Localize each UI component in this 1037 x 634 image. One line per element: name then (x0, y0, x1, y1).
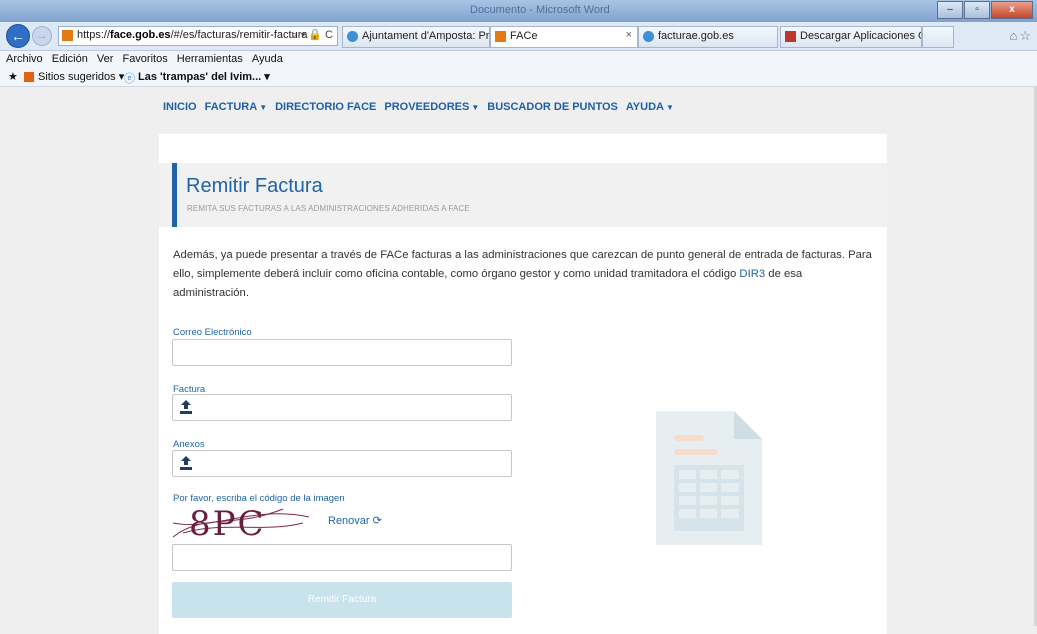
favorite-page-link[interactable]: Las 'trampas' del Ivim... ▾ (138, 70, 270, 83)
email-label: Correo Electrónico (173, 327, 252, 338)
renew-captcha-button[interactable]: Renovar ⟳ (328, 514, 382, 527)
browser-toolbar: ← → https://face.gob.es/#/es/facturas/re… (0, 22, 1037, 51)
tab-ajuntament[interactable]: Ajuntament d'Amposta: Prese... (342, 26, 490, 48)
nav-proveedores[interactable]: PROVEEDORES ▼ (384, 101, 479, 113)
invoice-document-icon (656, 411, 762, 545)
nav-inicio[interactable]: INICIO (163, 101, 197, 113)
attachments-label: Anexos (173, 439, 205, 450)
upload-icon (180, 400, 192, 414)
face-favicon-icon (62, 30, 73, 41)
new-tab-button[interactable] (922, 26, 954, 48)
accent-bar (172, 163, 177, 227)
caret-down-icon: ▼ (259, 103, 268, 112)
refresh-icon: ⟳ (372, 515, 382, 527)
submit-invoice-button[interactable]: Remitir Factura (172, 582, 512, 618)
caret-down-icon: ▼ (471, 103, 480, 112)
tab-face[interactable]: FACe × (490, 26, 638, 48)
invoice-upload-field[interactable] (172, 394, 512, 421)
home-star-icons[interactable]: ⌂☆ (1009, 28, 1033, 44)
tab-descargar[interactable]: Descargar Aplicaciones Gestió... (780, 26, 922, 48)
nav-ayuda[interactable]: AYUDA ▼ (626, 101, 674, 113)
menu-edicion[interactable]: Edición (52, 53, 88, 65)
menu-ver[interactable]: Ver (97, 53, 114, 65)
address-controls[interactable]: ⌕ ▾ 🔒 C (291, 28, 333, 42)
menu-favoritos[interactable]: Favoritos (122, 53, 167, 65)
page-title: Remitir Factura (186, 175, 323, 197)
nav-directorio-face[interactable]: DIRECTORIO FACE (275, 101, 376, 113)
address-bar[interactable]: https://face.gob.es/#/es/facturas/remiti… (58, 26, 338, 46)
intro-paragraph: Además, ya puede presentar a través de F… (173, 249, 872, 299)
menu-ayuda[interactable]: Ayuda (252, 53, 283, 65)
caret-down-icon: ▼ (665, 103, 674, 112)
favorites-star-icon[interactable]: ★ (8, 70, 18, 83)
ie-icon (347, 31, 358, 42)
captcha-image: 8PC (173, 504, 309, 539)
url-text: https://face.gob.es/#/es/facturas/remiti… (77, 29, 308, 41)
menu-archivo[interactable]: Archivo (6, 53, 43, 65)
ie-icon (643, 31, 654, 42)
maximize-button[interactable]: ▫ (964, 1, 990, 19)
suggested-sites-link[interactable]: Sitios sugeridos ▾ (38, 70, 124, 83)
upload-icon (180, 456, 192, 470)
captcha-input[interactable] (172, 544, 512, 571)
back-button[interactable]: ← (6, 24, 30, 48)
page-subtitle: REMITA SUS FACTURAS A LAS ADMINISTRACION… (187, 204, 470, 213)
favorites-bar: ★ Sitios sugeridos ▾ ⓔ Las 'trampas' del… (0, 68, 1037, 87)
content-card: Remitir Factura REMITA SUS FACTURAS A LA… (159, 134, 887, 634)
arrow-right-icon: → (36, 30, 48, 42)
menu-bar: Archivo Edición Ver Favoritos Herramient… (0, 51, 1037, 68)
nav-buscador-de-puntos[interactable]: BUSCADOR DE PUNTOS (487, 101, 618, 113)
face-favicon-icon (495, 31, 506, 42)
attachments-upload-field[interactable] (172, 450, 512, 477)
arrow-left-icon: ← (11, 28, 25, 44)
ie-icon: ⓔ (124, 73, 135, 85)
minimize-button[interactable]: – (937, 1, 963, 19)
page-header: Remitir Factura REMITA SUS FACTURAS A LA… (159, 163, 887, 227)
email-field[interactable] (172, 339, 512, 366)
close-tab-icon[interactable]: × (626, 29, 632, 41)
dir3-link[interactable]: DIR3 (739, 268, 765, 280)
window-title: Documento - Microsoft Word (470, 4, 610, 16)
svg-text:8PC: 8PC (189, 504, 266, 539)
menu-herramientas[interactable]: Herramientas (177, 53, 243, 65)
web-page: INICIO FACTURA ▼ DIRECTORIO FACE PROVEEDO… (0, 87, 1037, 634)
main-nav: INICIO FACTURA ▼ DIRECTORIO FACE PROVEEDO… (163, 101, 682, 113)
nav-factura[interactable]: FACTURA ▼ (205, 101, 267, 113)
suggested-sites-icon (24, 72, 34, 82)
spain-favicon-icon (785, 31, 796, 42)
forward-button[interactable]: → (32, 26, 52, 46)
close-window-button[interactable]: x (991, 1, 1033, 19)
window-title-bar: Documento - Microsoft Word – ▫ x (0, 0, 1037, 22)
tab-facturae[interactable]: facturae.gob.es (638, 26, 778, 48)
